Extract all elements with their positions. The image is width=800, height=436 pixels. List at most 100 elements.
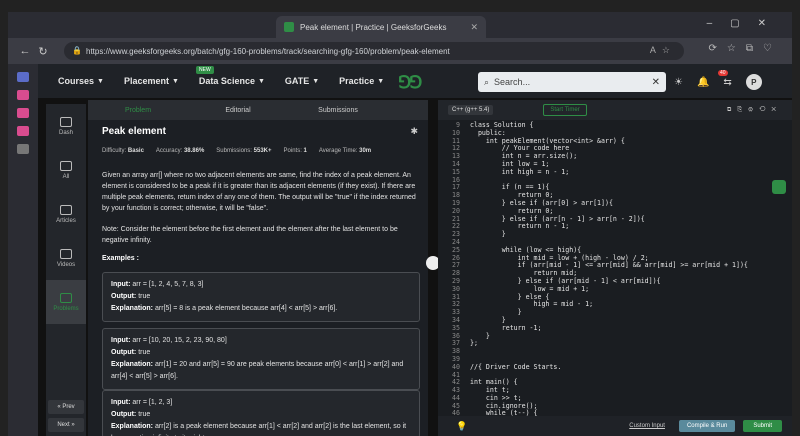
code-line[interactable]: 37}; bbox=[438, 340, 792, 348]
line-number: 29 bbox=[452, 276, 460, 285]
code-line[interactable]: 40 //{ Driver Code Starts. bbox=[438, 362, 792, 372]
line-number: 21 bbox=[452, 214, 460, 223]
app-icon[interactable] bbox=[17, 126, 29, 136]
nav-dash[interactable]: Dash bbox=[46, 104, 86, 148]
add-icon[interactable] bbox=[17, 144, 29, 154]
tab-title: Peak element | Practice | GeeksforGeeks bbox=[300, 22, 447, 32]
tab-editorial[interactable]: Editorial bbox=[188, 107, 288, 114]
points-label: Points: bbox=[283, 148, 302, 154]
code-text: //{ Driver Code Starts. bbox=[470, 362, 562, 371]
menu-gate[interactable]: GATE ▼ bbox=[285, 76, 319, 86]
nav-label: Articles bbox=[56, 217, 76, 224]
line-number: 31 bbox=[452, 292, 460, 301]
examples-heading: Examples : bbox=[102, 255, 139, 262]
translate-icon[interactable]: ⇆ bbox=[723, 77, 731, 88]
nav-problems[interactable]: Problems bbox=[46, 280, 86, 324]
menu-data-science[interactable]: Data Science ▼ bbox=[199, 76, 265, 86]
lightbulb-icon[interactable]: 💡 bbox=[456, 421, 467, 432]
search-placeholder: Search... bbox=[494, 77, 531, 87]
line-number: 42 bbox=[452, 378, 460, 387]
nav-all[interactable]: All bbox=[46, 148, 86, 192]
line-number: 14 bbox=[452, 159, 460, 168]
example-explanation: arr[1] = 20 and arr[5] = 90 are peak ele… bbox=[111, 361, 404, 380]
url-text: https://www.geeksforgeeks.org/batch/gfg-… bbox=[86, 46, 450, 56]
code-line[interactable]: 38 bbox=[438, 347, 792, 356]
code-line[interactable]: 36 } bbox=[438, 332, 792, 341]
search-icon: ⌕ bbox=[484, 76, 490, 87]
browser-tab[interactable]: Peak element | Practice | GeeksforGeeks … bbox=[276, 16, 486, 38]
example-box: Input: arr = [1, 2, 3] Output: true Expl… bbox=[102, 390, 420, 436]
line-number: 37 bbox=[452, 339, 460, 348]
line-number: 30 bbox=[452, 284, 460, 293]
editor-tool-icons[interactable]: ⧉⎘⚙⟲✕ bbox=[727, 107, 782, 114]
tab-submissions[interactable]: Submissions bbox=[288, 107, 388, 114]
code-text: } bbox=[470, 230, 506, 239]
start-timer-button[interactable]: Start Timer bbox=[543, 104, 587, 116]
line-number: 32 bbox=[452, 300, 460, 309]
line-number: 41 bbox=[452, 370, 460, 379]
next-button[interactable]: Next » bbox=[48, 418, 84, 432]
tab-problem[interactable]: Problem bbox=[88, 107, 188, 114]
app-icon[interactable] bbox=[17, 108, 29, 118]
gfg-logo[interactable]: ꓨꓨ bbox=[398, 73, 422, 93]
submit-button[interactable]: Submit bbox=[743, 420, 782, 432]
code-line[interactable]: 15 int high = n - 1; bbox=[438, 168, 792, 177]
example-input: arr = [10, 20, 15, 2, 23, 90, 80] bbox=[132, 337, 227, 344]
line-number: 20 bbox=[452, 206, 460, 215]
code-line[interactable]: 35 return -1; bbox=[438, 323, 792, 333]
menu-practice[interactable]: Practice ▼ bbox=[339, 76, 384, 86]
code-editor[interactable]: 9 class Solution {10 public: 11 int peakEl… bbox=[438, 121, 792, 417]
line-number: 35 bbox=[452, 323, 460, 332]
clear-search-icon[interactable]: ✕ bbox=[652, 77, 660, 88]
language-select[interactable]: C++ (g++ 5.4) bbox=[448, 105, 494, 115]
compile-run-button[interactable]: Compile & Run bbox=[678, 420, 736, 432]
close-tab-icon[interactable]: ✕ bbox=[470, 22, 478, 33]
url-field[interactable]: 🔒 https://www.geeksforgeeks.org/batch/gf… bbox=[64, 42, 684, 60]
avatar[interactable]: P bbox=[745, 74, 762, 90]
editor-panel: C++ (g++ 5.4) Start Timer ⧉⎘⚙⟲✕ 9 class S… bbox=[438, 100, 792, 436]
line-number: 38 bbox=[452, 347, 460, 356]
code-line[interactable]: 23 } bbox=[438, 230, 792, 239]
app-icon[interactable] bbox=[17, 90, 29, 100]
problem-description: Given an array arr[] where no two adjace… bbox=[102, 172, 416, 212]
chevron-down-icon: ▼ bbox=[377, 77, 385, 85]
address-tools-icons[interactable]: A☆ bbox=[650, 45, 676, 56]
line-number: 44 bbox=[452, 393, 460, 402]
search-input[interactable]: ⌕ Search... ✕ bbox=[478, 72, 666, 92]
bug-report-icon[interactable]: ✱ bbox=[410, 126, 418, 137]
nav-videos[interactable]: Videos bbox=[46, 236, 86, 280]
example-box: Input: arr = [10, 20, 15, 2, 23, 90, 80]… bbox=[102, 328, 420, 390]
line-number: 25 bbox=[452, 245, 460, 254]
line-number: 24 bbox=[452, 237, 460, 246]
window-controls[interactable]: –▢✕ bbox=[707, 18, 784, 29]
menu-placement[interactable]: Placement ▼ bbox=[124, 76, 179, 86]
bell-icon[interactable]: 🔔 bbox=[697, 77, 709, 88]
line-number: 10 bbox=[452, 128, 460, 137]
chat-icon[interactable] bbox=[772, 180, 786, 194]
notification-count: 40 bbox=[718, 70, 728, 76]
time-value: 30m bbox=[359, 148, 372, 154]
nav-label: Videos bbox=[56, 261, 76, 268]
refresh-icon[interactable]: ↻ bbox=[34, 45, 52, 58]
custom-input-link[interactable]: Custom Input bbox=[629, 423, 665, 429]
example-output: true bbox=[138, 349, 151, 356]
lock-icon: 🔒 bbox=[72, 46, 82, 55]
tabs-icon[interactable] bbox=[17, 72, 29, 82]
line-number: 11 bbox=[452, 136, 460, 145]
difficulty-label: Difficulty: bbox=[102, 148, 127, 154]
problem-meta: Difficulty: Basic Accuracy: 38.86% Submi… bbox=[102, 148, 371, 154]
chevron-down-icon: ▼ bbox=[171, 77, 179, 85]
problem-title: Peak element bbox=[102, 126, 166, 137]
back-icon[interactable]: ← bbox=[16, 45, 34, 57]
line-number: 16 bbox=[452, 175, 460, 184]
line-number: 23 bbox=[452, 230, 460, 239]
browser-toolbar-icons[interactable]: ⟳☆⧉♡ bbox=[709, 43, 782, 54]
line-number: 40 bbox=[452, 362, 460, 371]
menu-courses[interactable]: Courses ▼ bbox=[58, 76, 104, 86]
nav-articles[interactable]: Articles bbox=[46, 192, 86, 236]
example-input: arr = [1, 2, 4, 5, 7, 8, 3] bbox=[132, 281, 204, 288]
list-icon bbox=[60, 160, 72, 171]
prev-button[interactable]: « Prev bbox=[48, 400, 84, 414]
theme-icon[interactable]: ☀ bbox=[674, 77, 683, 88]
fold-gutter bbox=[464, 348, 470, 356]
